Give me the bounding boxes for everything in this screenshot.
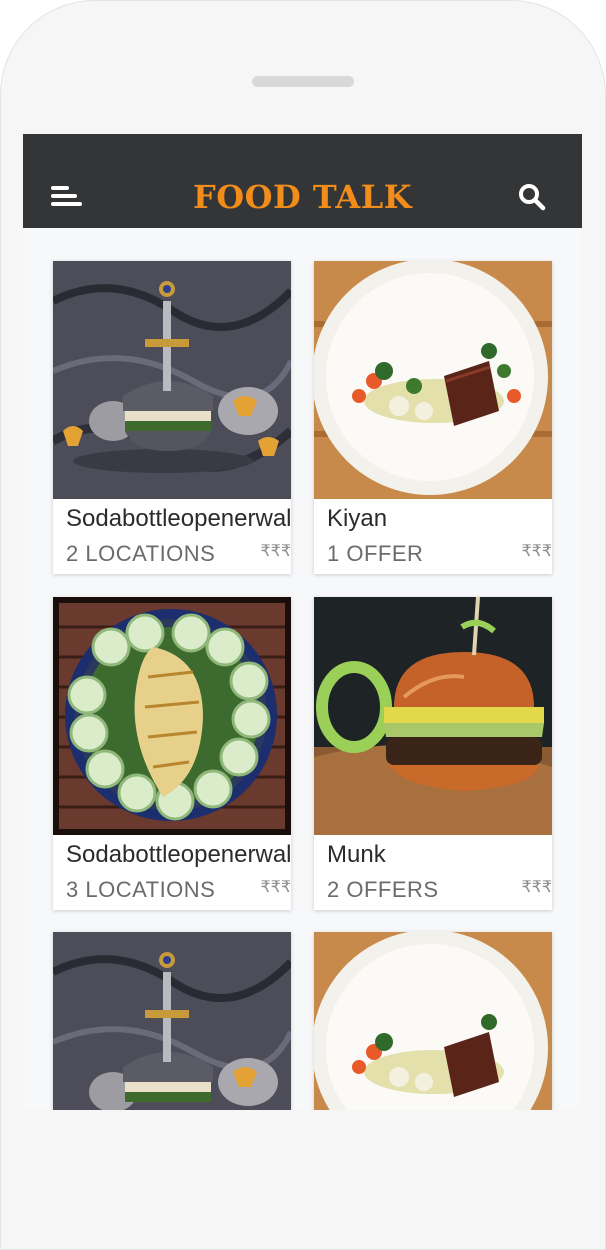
restaurant-card[interactable]: Sodabottleopenerwala 3 LOCATIONS ₹₹₹ <box>53 597 291 910</box>
price-level: ₹₹₹ <box>260 541 291 560</box>
restaurant-name: Sodabottleopenerwala <box>66 505 291 532</box>
restaurant-card[interactable]: Munk 2 OFFERS ₹₹₹ <box>314 597 552 910</box>
app-title: FOOD TALK <box>192 178 413 216</box>
restaurant-meta: 2 OFFERS <box>327 877 439 902</box>
restaurant-name: Sodabottleopenerwala <box>66 841 291 868</box>
restaurant-meta: 2 LOCATIONS <box>66 541 216 566</box>
app-screen: FOOD TALK Sodabottleopenerwala 2 LOCATIO… <box>23 134 582 1110</box>
restaurant-image <box>314 261 552 499</box>
restaurant-card[interactable]: Sodabottleopenerwala 2 LOCATIONS ₹₹₹ <box>53 261 291 574</box>
restaurant-name: Munk <box>327 841 386 868</box>
restaurant-image <box>53 261 291 499</box>
restaurant-name: Kiyan <box>327 505 388 532</box>
restaurant-image <box>314 597 552 835</box>
restaurant-card[interactable]: Kiyan 1 OFFER ₹₹₹ <box>314 261 552 574</box>
restaurant-meta: 1 OFFER <box>327 541 424 566</box>
restaurant-card[interactable] <box>314 932 552 1110</box>
price-level: ₹₹₹ <box>521 541 552 560</box>
restaurant-meta: 3 LOCATIONS <box>66 877 216 902</box>
price-level: ₹₹₹ <box>521 877 552 896</box>
restaurant-card[interactable] <box>53 932 291 1110</box>
restaurant-image <box>53 597 291 835</box>
search-icon[interactable] <box>517 182 547 212</box>
phone-speaker <box>252 76 354 87</box>
app-header: FOOD TALK <box>23 134 582 228</box>
price-level: ₹₹₹ <box>260 877 291 896</box>
restaurant-image <box>53 932 291 1110</box>
restaurant-image <box>314 932 552 1110</box>
